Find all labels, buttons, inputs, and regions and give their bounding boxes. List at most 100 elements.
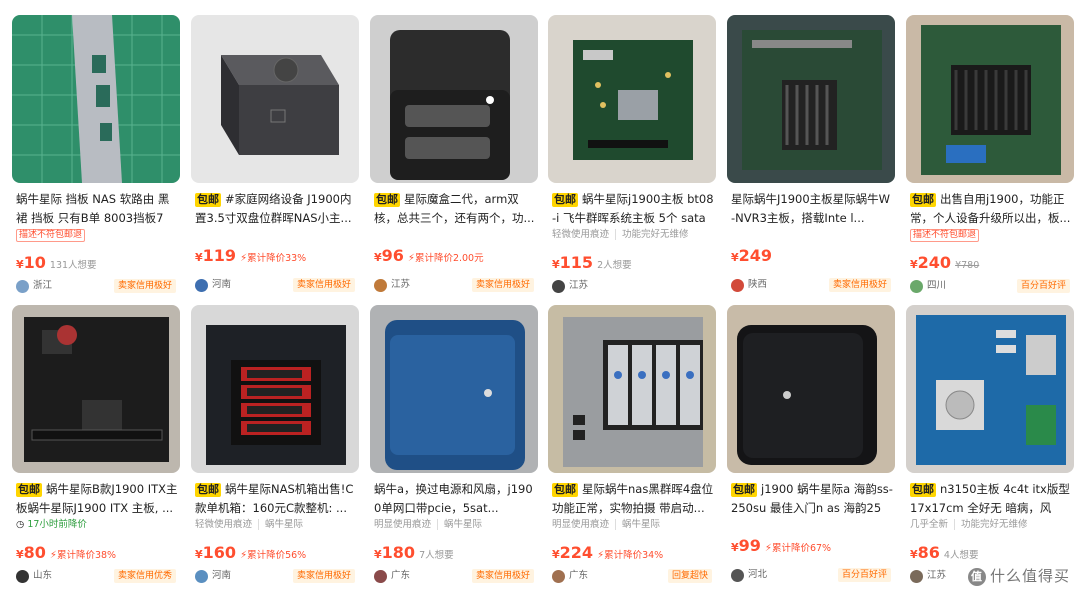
- product-card[interactable]: 包邮蜗牛星际j1900主板 bt08-i 飞牛群晖系统主板 5个 sata ..…: [548, 15, 716, 297]
- seller-avatar[interactable]: [731, 568, 744, 582]
- currency-symbol: ¥: [195, 548, 203, 561]
- product-image[interactable]: [370, 305, 538, 473]
- product-title[interactable]: 包邮 星际魔盒二代，arm双核，总共三个，还有两个，功...: [374, 190, 536, 228]
- seller-line: 河南 卖家信用极好: [195, 568, 357, 584]
- product-title-text: 蜗牛星际 挡板 NAS 软路由 黑裙 挡板 只有B单 8003挡板75...: [16, 192, 170, 225]
- product-title[interactable]: 星际蜗牛J1900主板星际蜗牛W-NVR3主板，搭载Inte l...: [731, 190, 893, 228]
- product-title-text: 星际蜗牛J1900主板星际蜗牛W-NVR3主板，搭载Inte l...: [731, 192, 891, 225]
- seller-avatar[interactable]: [16, 279, 29, 293]
- seller-credit-badge: 卖家信用极好: [292, 278, 355, 292]
- product-card[interactable]: 包邮n3150主板 4c4t itx版型 17x17cm 全好无 暗病，风扇..…: [906, 305, 1074, 587]
- condition-tag: 明显使用痕迹: [552, 519, 610, 530]
- tag-line: 明显使用痕迹 蜗牛星际: [552, 518, 666, 532]
- product-card[interactable]: 蜗牛星际 挡板 NAS 软路由 黑裙 挡板 只有B单 8003挡板75... 描述…: [12, 15, 180, 297]
- seller-avatar[interactable]: [16, 569, 29, 583]
- price: 99: [738, 536, 761, 555]
- clock-icon: ◷: [16, 519, 28, 530]
- product-title[interactable]: 包邮n3150主板 4c4t itx版型 17x17cm 全好无 暗病，风扇..…: [910, 480, 1072, 518]
- price: 80: [23, 543, 46, 562]
- seller-avatar[interactable]: [731, 278, 744, 292]
- product-title[interactable]: 包邮 蜗牛星际NAS机箱出售!C款单机箱：160元C款整机: ...: [195, 480, 357, 518]
- seller-avatar[interactable]: [552, 569, 565, 583]
- seller-line: 河北 百分百好评: [731, 567, 893, 583]
- watermark: 值什么值得买: [967, 565, 1070, 586]
- product-image[interactable]: [12, 15, 180, 183]
- seller-line: 山东 卖家信用优秀: [16, 568, 178, 584]
- seller-avatar[interactable]: [374, 569, 387, 583]
- seller-credit-badge: 百分百好评: [837, 568, 891, 582]
- seller-region: 浙江: [33, 280, 53, 291]
- product-image[interactable]: [12, 305, 180, 473]
- seller-region: 四川: [927, 280, 947, 291]
- currency-symbol: ¥: [910, 258, 918, 271]
- product-title[interactable]: 蜗牛a，换过电源和风扇，j1900单网口带pcie，5sat...: [374, 480, 536, 518]
- price: 160: [202, 543, 237, 562]
- product-image[interactable]: [548, 305, 716, 473]
- product-card[interactable]: 星际蜗牛J1900主板星际蜗牛W-NVR3主板，搭载Inte l... ¥249 陕…: [727, 15, 895, 297]
- product-card[interactable]: 包邮 星际蜗牛nas黑群晖4盘位功能正常，实物拍摄 带启动... 明显使用痕迹 蜗牛星…: [548, 305, 716, 587]
- want-count: 131人想要: [49, 260, 97, 271]
- product-card[interactable]: 包邮j1900 蜗牛星际a 海韵ss-250su 最佳入门n as 海韵250.…: [727, 305, 895, 587]
- seller-line: 陕西 卖家信用极好: [731, 277, 893, 293]
- product-title[interactable]: 包邮蜗牛星际j1900主板 bt08-i 飞牛群晖系统主板 5个 sata ..…: [552, 190, 714, 228]
- product-card[interactable]: 包邮 出售自用j1900，功能正常，个人设备升级所以出，板... 描述不符包邮退 ¥2…: [906, 15, 1074, 297]
- product-title[interactable]: 包邮 蜗牛星际B款J1900 ITX主板蜗牛星际J1900 ITX 主板, ...: [16, 480, 178, 518]
- lightning-icon: ⚡: [764, 543, 772, 554]
- lightning-icon: ⚡: [49, 550, 57, 561]
- condition-tag: 明显使用痕迹: [374, 519, 432, 530]
- price: 10: [23, 253, 46, 272]
- tag-line: 描述不符包邮退: [16, 228, 86, 242]
- product-card[interactable]: 包邮 蜗牛星际NAS机箱出售!C款单机箱：160元C款整机: ... 轻微使用痕迹蜗…: [191, 305, 359, 587]
- seller-region: 山东: [33, 570, 53, 581]
- product-card[interactable]: 包邮 蜗牛星际B款J1900 ITX主板蜗牛星际J1900 ITX 主板, ...…: [12, 305, 180, 587]
- product-card[interactable]: 包邮 星际魔盒二代，arm双核，总共三个，还有两个，功... ¥96 ⚡累计降价2.0…: [370, 15, 538, 297]
- product-title[interactable]: 包邮j1900 蜗牛星际a 海韵ss-250su 最佳入门n as 海韵250.…: [731, 480, 893, 518]
- product-card[interactable]: 包邮 #家庭网络设备 J1900内置3.5寸双盘位群晖NAS小主... ¥119 ⚡累…: [191, 15, 359, 297]
- product-title[interactable]: 蜗牛星际 挡板 NAS 软路由 黑裙 挡板 只有B单 8003挡板75...: [16, 190, 178, 228]
- price-drop-time-tag: 17小时前降价: [27, 519, 87, 530]
- product-image[interactable]: [548, 15, 716, 183]
- condition-tag: 蜗牛星际: [437, 519, 483, 530]
- seller-avatar[interactable]: [195, 278, 208, 292]
- currency-symbol: ¥: [731, 251, 739, 264]
- seller-line: 广东 回复超快: [552, 568, 714, 584]
- condition-tag: 功能完好无维修: [954, 519, 1028, 530]
- seller-avatar[interactable]: [195, 569, 208, 583]
- seller-avatar[interactable]: [374, 278, 387, 292]
- free-shipping-badge: 包邮: [16, 483, 42, 497]
- currency-symbol: ¥: [374, 548, 382, 561]
- want-count: 2人想要: [597, 260, 632, 271]
- seller-avatar[interactable]: [910, 569, 923, 583]
- currency-symbol: ¥: [16, 548, 24, 561]
- want-count: 7人想要: [419, 550, 454, 561]
- product-title[interactable]: 包邮 #家庭网络设备 J1900内置3.5寸双盘位群晖NAS小主...: [195, 190, 357, 228]
- seller-line: 江苏: [552, 278, 714, 294]
- price-line: ¥119 ⚡累计降价33%: [195, 245, 306, 267]
- condition-tag: 蜗牛星际: [615, 519, 661, 530]
- tag-line: ◷ 17小时前降价: [16, 518, 87, 532]
- product-image[interactable]: [370, 15, 538, 183]
- product-image[interactable]: [906, 305, 1074, 473]
- product-image[interactable]: [191, 305, 359, 473]
- product-title[interactable]: 包邮 出售自用j1900，功能正常，个人设备升级所以出，板...: [910, 190, 1072, 228]
- seller-line: 浙江 卖家信用极好: [16, 278, 178, 294]
- condition-tag: 轻微使用痕迹: [195, 519, 253, 530]
- free-shipping-badge: 包邮: [552, 193, 578, 207]
- price-line: ¥99 ⚡累计降价67%: [731, 535, 831, 557]
- product-image[interactable]: [727, 305, 895, 473]
- product-card[interactable]: 蜗牛a，换过电源和风扇，j1900单网口带pcie，5sat... 明显使用痕迹蜗…: [370, 305, 538, 587]
- product-title[interactable]: 包邮 星际蜗牛nas黑群晖4盘位功能正常，实物拍摄 带启动...: [552, 480, 714, 518]
- product-title-text: 蜗牛a，换过电源和风扇，j1900单网口带pcie，5sat...: [374, 482, 533, 515]
- free-shipping-badge: 包邮: [910, 193, 936, 207]
- seller-credit-badge: 回复超快: [667, 569, 712, 583]
- seller-avatar[interactable]: [552, 279, 565, 293]
- product-image[interactable]: [191, 15, 359, 183]
- product-image[interactable]: [906, 15, 1074, 183]
- price-line: ¥160 ⚡累计降价56%: [195, 542, 306, 564]
- product-image[interactable]: [727, 15, 895, 183]
- watermark-text: 什么值得买: [989, 567, 1070, 585]
- seller-avatar[interactable]: [910, 279, 923, 293]
- price: 119: [202, 246, 237, 265]
- price-cut: 累计降价34%: [604, 550, 664, 561]
- seller-credit-badge: 卖家信用极好: [292, 569, 355, 583]
